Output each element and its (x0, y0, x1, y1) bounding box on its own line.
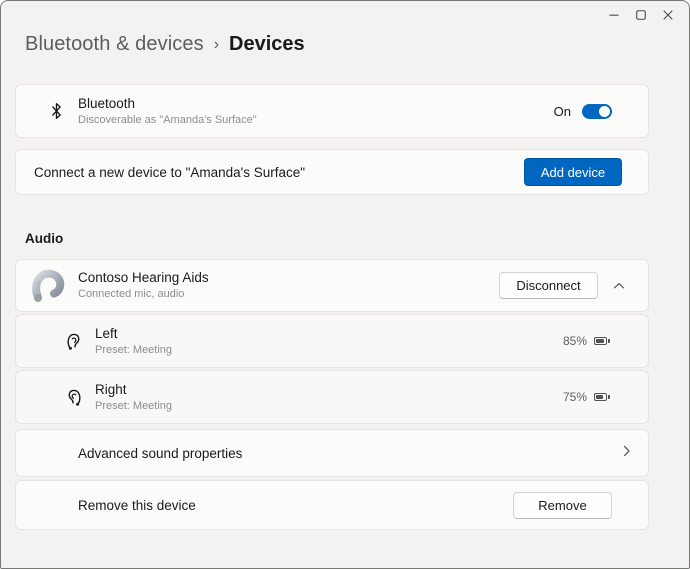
earpiece-name: Left (95, 326, 172, 341)
connect-new-device-row: Connect a new device to "Amanda's Surfac… (15, 149, 649, 195)
titlebar (1, 1, 689, 31)
page-title: Devices (229, 33, 305, 56)
bluetooth-toggle-state-label: On (554, 104, 571, 119)
earpiece-preset: Preset: Meeting (95, 344, 172, 357)
audio-section-title: Audio (25, 231, 689, 247)
battery-status: 75% (563, 390, 610, 404)
earpiece-row-left: Left Preset: Meeting 85% (15, 314, 649, 368)
bluetooth-icon (50, 101, 63, 121)
right-ear-icon (66, 388, 82, 406)
minimize-icon (609, 8, 619, 23)
close-icon (663, 8, 673, 23)
chevron-right-icon (623, 444, 631, 462)
disconnect-button[interactable]: Disconnect (499, 272, 598, 299)
toggle-knob (599, 106, 610, 117)
close-button[interactable] (654, 6, 681, 24)
maximize-icon (636, 8, 646, 23)
settings-window: Bluetooth & devices › Devices Bluetooth … (0, 0, 690, 569)
earpiece-row-right: Right Preset: Meeting 75% (15, 370, 649, 424)
left-ear-icon (66, 332, 82, 350)
chevron-up-icon (613, 278, 625, 293)
connect-device-label: Connect a new device to "Amanda's Surfac… (34, 165, 305, 180)
device-name: Contoso Hearing Aids (78, 270, 209, 285)
hearing-aids-device-row: Contoso Hearing Aids Connected mic, audi… (15, 259, 649, 312)
bluetooth-title: Bluetooth (78, 96, 257, 111)
advanced-sound-label: Advanced sound properties (78, 446, 242, 461)
device-status: Connected mic, audio (78, 288, 209, 301)
remove-device-row: Remove this device Remove (15, 480, 649, 530)
battery-status: 85% (563, 334, 610, 348)
advanced-sound-properties-row[interactable]: Advanced sound properties (15, 429, 649, 477)
remove-button[interactable]: Remove (513, 492, 612, 519)
minimize-button[interactable] (600, 6, 627, 24)
battery-percent-label: 85% (563, 334, 587, 348)
breadcrumb-parent[interactable]: Bluetooth & devices (25, 33, 204, 56)
bluetooth-toggle-row: Bluetooth Discoverable as "Amanda's Surf… (15, 84, 649, 138)
remove-device-label: Remove this device (78, 498, 196, 513)
breadcrumb-separator-icon: › (214, 36, 219, 54)
bluetooth-subtitle: Discoverable as "Amanda's Surface" (78, 114, 257, 127)
battery-icon (594, 393, 610, 401)
bluetooth-toggle[interactable] (582, 104, 612, 119)
collapse-expander-button[interactable] (605, 273, 633, 299)
battery-percent-label: 75% (563, 390, 587, 404)
battery-icon (594, 337, 610, 345)
add-device-button[interactable]: Add device (524, 158, 622, 186)
breadcrumb: Bluetooth & devices › Devices (1, 31, 689, 56)
earpiece-name: Right (95, 382, 172, 397)
earpiece-preset: Preset: Meeting (95, 400, 172, 413)
maximize-button[interactable] (627, 6, 654, 24)
hearing-aid-device-icon (32, 268, 66, 304)
